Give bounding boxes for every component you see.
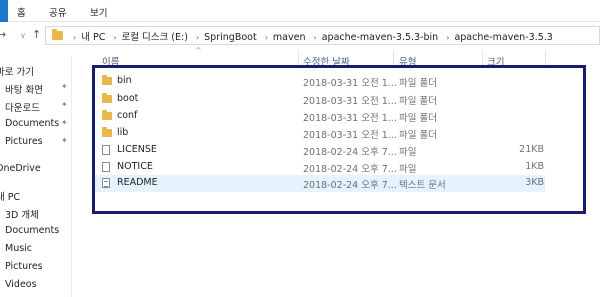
crumb-this-pc[interactable]: 내 PC <box>81 32 105 43</box>
sidebar-item-this-pc[interactable]: 내 PC <box>0 189 68 207</box>
navigation-pane: 바로 가기 바탕 화면 ✦ 다운로드 ✦ Documents ✦ Pictures ✦ … <box>0 56 72 297</box>
folder-icon <box>52 29 63 40</box>
up-arrow-icon[interactable]: ↑ <box>32 28 41 41</box>
tab-view[interactable]: 보기 <box>90 5 107 19</box>
chevron-right-icon: › <box>113 33 117 42</box>
chevron-right-icon: › <box>446 33 450 42</box>
address-row: → ∨ ↑ › 내 PC › 로컬 디스크 (E:) › SpringBoot › ma… <box>0 22 600 48</box>
sidebar-item-documents-pinned[interactable]: Documents ✦ <box>5 118 77 136</box>
sidebar-item-pictures-pinned[interactable]: Pictures ✦ <box>5 136 77 154</box>
highlight-box <box>92 65 586 214</box>
crumb-drive[interactable]: 로컬 디스크 (E:) <box>122 32 188 43</box>
chevron-down-icon[interactable]: ∨ <box>20 31 26 40</box>
tab-share[interactable]: 공유 <box>49 5 66 19</box>
sidebar-item-quick-access[interactable]: 바로 가기 <box>0 64 68 82</box>
sort-caret-icon: ^ <box>195 46 202 55</box>
column-divider[interactable] <box>482 50 483 66</box>
back-arrow-icon[interactable]: → <box>0 28 6 41</box>
chevron-right-icon: › <box>264 33 268 42</box>
sidebar-item-pictures[interactable]: Pictures <box>5 261 77 279</box>
sidebar-item-onedrive[interactable]: OneDrive <box>0 163 68 181</box>
address-bar[interactable]: › 내 PC › 로컬 디스크 (E:) › SpringBoot › maven › a… <box>45 26 600 45</box>
column-divider[interactable] <box>545 50 546 66</box>
sidebar-item-3d-objects[interactable]: 3D 개체 <box>5 207 77 225</box>
ribbon: 홈 공유 보기 <box>0 0 600 22</box>
pin-icon: ✦ <box>61 100 68 109</box>
pin-icon: ✦ <box>61 118 68 127</box>
chevron-right-icon: › <box>195 33 200 42</box>
chevron-right-icon: › <box>73 33 77 42</box>
crumb-maven[interactable]: maven <box>273 32 306 43</box>
sidebar-item-desktop[interactable]: 바탕 화면 ✦ <box>5 82 77 100</box>
sidebar-item-documents[interactable]: Documents <box>5 225 77 243</box>
tab-home[interactable]: 홈 <box>17 5 26 19</box>
crumb-maven-dir[interactable]: apache-maven-3.5.3 <box>454 32 552 43</box>
sidebar-item-music[interactable]: Music <box>5 243 77 261</box>
sidebar-item-videos[interactable]: Videos <box>5 279 77 297</box>
pin-icon: ✦ <box>61 82 68 91</box>
pin-icon: ✦ <box>61 136 68 145</box>
column-divider[interactable] <box>298 50 299 66</box>
breadcrumb: › 내 PC › 로컬 디스크 (E:) › SpringBoot › maven › a… <box>68 29 553 43</box>
file-tab[interactable] <box>0 0 8 22</box>
crumb-maven-bin[interactable]: apache-maven-3.5.3-bin <box>322 32 438 43</box>
sidebar-item-downloads[interactable]: 다운로드 ✦ <box>5 100 77 118</box>
chevron-right-icon: › <box>313 33 317 42</box>
column-divider[interactable] <box>393 50 394 66</box>
crumb-springboot[interactable]: SpringBoot <box>204 32 257 43</box>
